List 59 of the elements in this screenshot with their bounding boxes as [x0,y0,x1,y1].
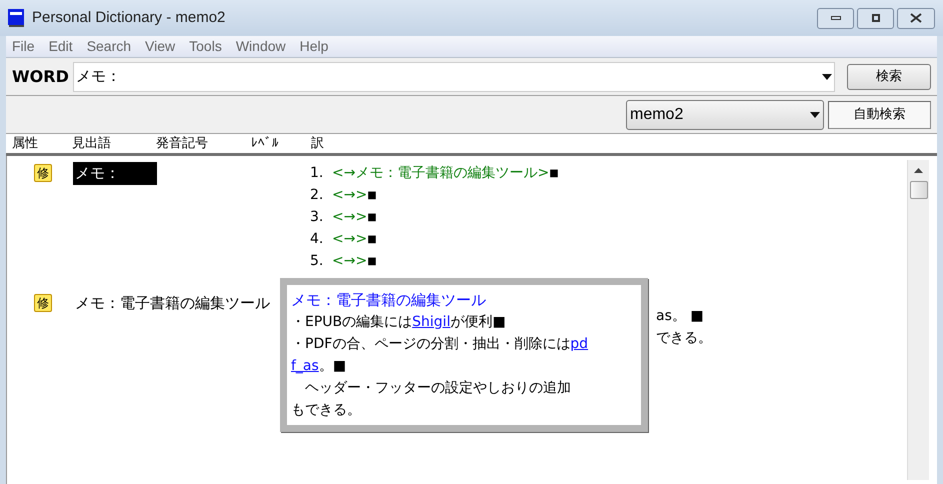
column-header[interactable]: 訳 [311,134,371,154]
sense-number: 4. [310,230,324,248]
end-mark: ■ [549,166,559,180]
dropdown-icon [822,74,832,80]
menu-item[interactable]: Search [86,36,132,57]
popup-text: もできる。 [291,401,361,420]
sense-number: 5. [310,252,324,270]
menu-item[interactable]: File [12,36,35,57]
close-icon [910,13,922,23]
popup-text: ヘッダー・フッターの設定やしおりの追加 [304,379,571,398]
popup-link[interactable]: Shigil [412,311,450,333]
badge: 修 [34,164,52,182]
badge: 修 [34,294,52,312]
popup-link[interactable]: f_as [291,355,319,377]
app-icon [8,9,24,27]
sense-link[interactable]: <→> [332,228,368,250]
popup-link[interactable]: pd [570,333,588,355]
popup-text: 。■ [318,357,346,376]
popup-title[interactable]: メモ：電子書籍の編集ツール [291,289,637,311]
close-button[interactable] [897,8,935,28]
headword[interactable]: メモ： [73,162,157,184]
window-title: Personal Dictionary - memo2 [32,8,226,28]
auto-search-button[interactable]: 自動検索 [828,100,931,128]
column-header[interactable]: ﾚﾍﾞﾙ [251,134,311,154]
end-mark: ■ [367,188,377,202]
menu-item[interactable]: Help [300,36,328,57]
popup-text: ・PDFの合、ページの分割・抽出・削除には [291,335,570,354]
sense-link[interactable]: <→> [332,250,368,272]
search-button[interactable]: 検索 [847,64,931,90]
scroll-thumb[interactable] [910,181,928,199]
menu-item[interactable]: Edit [48,36,73,57]
menu-item[interactable]: Window [236,36,286,57]
dropdown-icon [810,112,820,118]
entry-text: できる。 [656,329,712,348]
entry-text: as。 ■ [656,307,705,326]
end-mark: ■ [367,254,377,268]
menu-item[interactable]: Tools [189,36,222,57]
word-combo[interactable]: メモ： [72,62,835,92]
end-mark: ■ [367,232,377,246]
sense-number: 1. [310,164,324,182]
sense-link[interactable]: <→> [332,184,368,206]
scroll-up-icon [914,168,923,173]
column-header[interactable]: 属性 [12,134,72,154]
sense-number: 3. [310,208,324,226]
column-header[interactable]: 見出語 [72,134,156,154]
scrollbar[interactable] [907,160,929,480]
maximize-button[interactable] [857,8,894,28]
menu-item[interactable]: View [145,36,176,57]
minimize-button[interactable] [817,8,854,28]
column-header[interactable]: 発音記号 [156,134,251,154]
sense-number: 2. [310,186,324,204]
word-label: WORD [12,66,69,88]
dictionary-select[interactable]: memo2 [626,100,824,130]
sense-link[interactable]: <→メモ：電子書籍の編集ツール> [332,162,550,184]
popup-text: ・EPUBの編集には [291,313,412,332]
popup-text: が便利■ [450,313,506,332]
end-mark: ■ [367,210,377,224]
headword[interactable]: メモ：電子書籍の編集ツール [73,292,272,314]
sense-link[interactable]: <→> [332,206,368,228]
